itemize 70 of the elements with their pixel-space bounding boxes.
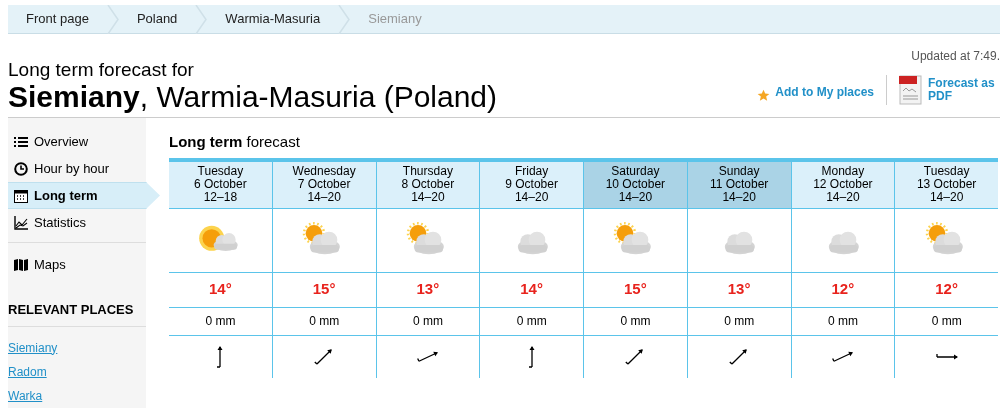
add-place-link[interactable]: Add to My places [775,86,874,99]
day-date: 8 October [401,178,455,191]
hour-range: 14–20 [618,191,653,204]
pdf-link[interactable]: Forecast as PDF [928,77,1000,103]
map-icon [14,257,28,272]
day-name: Saturday [611,165,660,178]
precipitation: 0 mm [309,313,340,330]
wind-arrow-icon [936,352,958,359]
temperature: 13° [416,279,440,300]
day-name: Thursday [402,165,453,178]
calendar-icon [14,188,28,203]
temperature: 13° [727,279,751,300]
day-name: Sunday [718,165,760,178]
day-date: 9 October [505,178,558,191]
precipitation: 0 mm [516,313,547,330]
precipitation: 0 mm [724,313,755,330]
precipitation: 0 mm [205,313,236,330]
hour-range: 14–20 [826,191,860,204]
sidebar-item[interactable]: Overview [8,128,146,155]
temperature: 12° [935,279,958,300]
hour-range: 12–18 [203,191,238,204]
sidebar-item[interactable]: Hour by hour [8,155,146,182]
temperature: 14° [520,279,543,300]
temperature: 15° [624,279,647,300]
wind-arrow-icon [528,345,535,368]
page-title: Siemiany, Warmia-Masuria (Poland) [8,80,498,114]
hour-range: 14–20 [307,191,341,204]
wind-arrow-icon [216,345,223,368]
page-subtitle: Long term forecast for [8,60,195,80]
day-date: 12 October [813,178,873,191]
pdf-document-icon [899,75,923,105]
updated-time: Updated at 7:49. [911,48,1000,65]
day-name: Tuesday [923,165,970,178]
section-title: Long term forecast [169,132,301,152]
sidebar-item[interactable]: Maps [8,251,146,278]
precipitation: 0 mm [931,313,962,330]
precipitation: 0 mm [827,313,858,330]
list-icon [14,134,28,149]
day-date: 7 October [297,178,351,191]
chart-icon [14,215,28,230]
hour-range: 14–20 [722,191,756,204]
star-icon [757,89,771,102]
day-name: Monday [821,165,865,178]
day-name: Tuesday [197,165,244,178]
day-date: 13 October [916,178,977,191]
breadcrumb-link[interactable]: Poland [118,9,196,29]
day-name: Wednesday [292,165,356,178]
day-date: 10 October [605,178,666,191]
wind-arrow-icon [831,351,853,362]
temperature: 12° [831,279,855,300]
wind-arrow-icon [416,351,438,362]
sidebar-item[interactable]: Statistics [8,209,146,236]
precipitation: 0 mm [412,313,443,330]
day-date: 11 October [709,178,769,191]
hour-range: 14–20 [411,191,445,204]
sidebar-item[interactable]: Long term [8,182,160,209]
wind-arrow-icon [314,348,332,365]
breadcrumb-link[interactable]: Warmia-Masuria [207,9,339,29]
temperature: 14° [209,279,232,300]
hour-range: 14–20 [514,191,549,204]
hour-range: 14–20 [929,191,964,204]
breadcrumb-link[interactable]: Front page [8,9,107,29]
precipitation: 0 mm [620,313,651,330]
day-name: Friday [514,165,549,178]
wind-arrow-icon [729,348,747,365]
clock-icon [14,161,28,176]
section-heading: RELEVANT PLACES [8,300,146,327]
temperature: 15° [312,279,336,300]
day-date: 6 October [194,178,247,191]
wind-arrow-icon [625,348,644,365]
